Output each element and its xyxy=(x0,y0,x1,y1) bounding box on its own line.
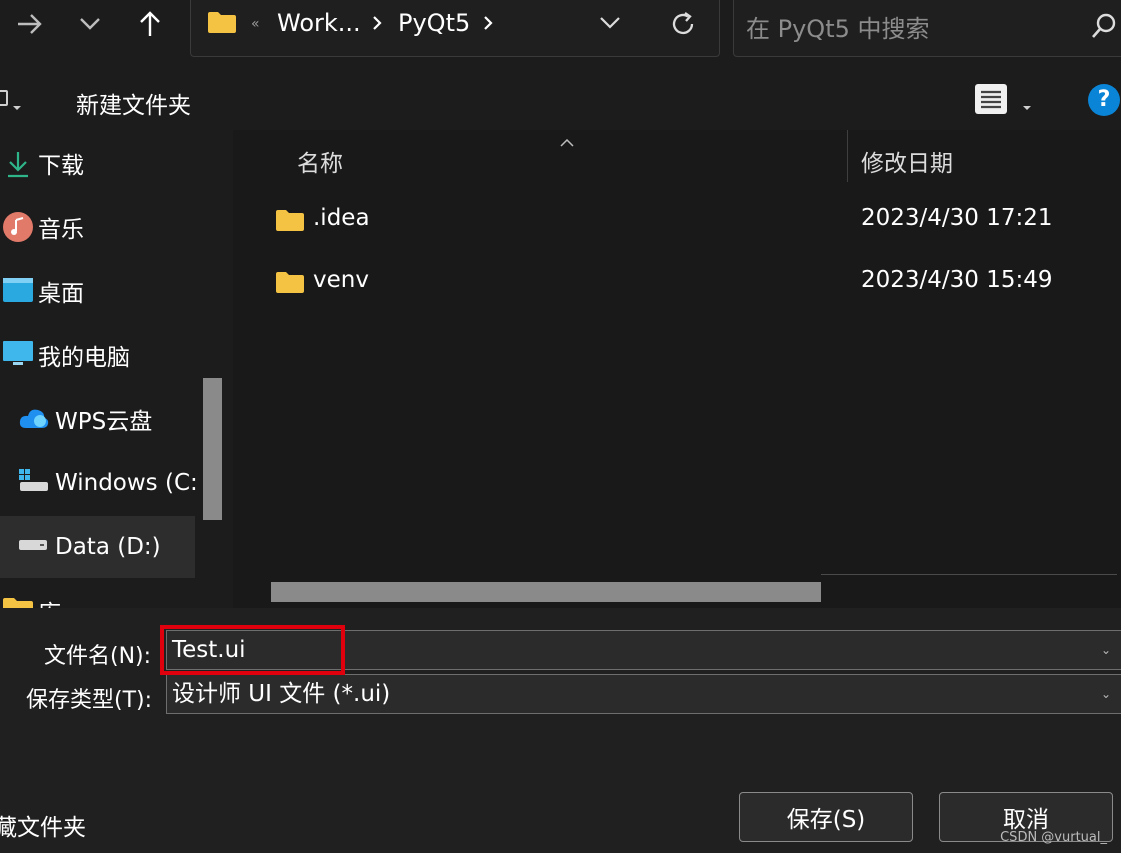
search-box[interactable]: 在 PyQt5 中搜索 xyxy=(733,0,1121,57)
file-date: 2023/4/30 17:21 xyxy=(861,205,1053,231)
organize-icon[interactable] xyxy=(0,90,8,106)
refresh-button[interactable] xyxy=(669,10,697,42)
file-name: venv xyxy=(313,267,369,293)
save-button[interactable]: 保存(S) xyxy=(739,792,913,842)
nav-item-libraries[interactable]: 库 xyxy=(0,580,195,608)
filename-label: 文件名(N): xyxy=(44,644,152,669)
breadcrumb-workspace[interactable]: Work... xyxy=(277,9,361,37)
chevron-down-icon xyxy=(12,96,22,115)
file-date: 2023/4/30 15:49 xyxy=(861,267,1053,293)
address-bar[interactable]: « Work... PyQt5 xyxy=(190,0,720,57)
chevron-down-icon[interactable]: ⌄ xyxy=(1101,631,1111,669)
chevron-right-icon xyxy=(371,14,383,36)
nav-item-drive-c[interactable]: Windows (C: xyxy=(0,452,198,514)
horizontal-scrollbar[interactable] xyxy=(271,582,821,602)
chevron-down-icon xyxy=(600,17,620,29)
chevron-down-icon[interactable]: ⌄ xyxy=(1101,675,1111,713)
divider xyxy=(821,574,1117,575)
nav-item-desktop[interactable]: 桌面 xyxy=(0,260,195,322)
breadcrumb-pyqt5[interactable]: PyQt5 xyxy=(398,9,470,37)
cloud-icon xyxy=(19,409,49,428)
nav-item-label: 库 xyxy=(38,594,61,608)
file-list: 名称 修改日期 .idea 2023/4/30 17:21 venv 2023/… xyxy=(233,130,1121,608)
search-input[interactable]: 在 PyQt5 中搜索 xyxy=(746,9,930,44)
forward-button[interactable] xyxy=(14,8,46,40)
column-divider[interactable] xyxy=(847,130,848,182)
chevron-right-icon xyxy=(482,14,494,36)
watermark: CSDN @vurtual_ xyxy=(1000,830,1107,845)
nav-item-this-pc[interactable]: 我的电脑 xyxy=(0,324,195,386)
filetype-value[interactable]: 设计师 UI 文件 (*.ui) xyxy=(172,681,390,707)
nav-item-label: 音乐 xyxy=(38,217,84,243)
search-icon xyxy=(1090,12,1118,44)
nav-item-label: 下载 xyxy=(38,153,84,179)
nav-item-label: 桌面 xyxy=(38,281,84,307)
up-button[interactable] xyxy=(134,8,166,40)
hide-folders-toggle[interactable]: 藏文件夹 xyxy=(0,808,86,842)
computer-icon xyxy=(3,341,33,365)
file-name: .idea xyxy=(313,205,370,231)
navigation-pane: 下载 音乐 桌面 我的电脑 WPS云盘 Windows (C: Data (D:… xyxy=(0,130,233,608)
drive-icon xyxy=(19,540,47,550)
download-icon xyxy=(8,152,28,178)
sort-ascending-icon xyxy=(560,132,574,151)
nav-item-label: 我的电脑 xyxy=(38,345,130,371)
overflow-indicator: « xyxy=(251,16,260,32)
folder-icon xyxy=(3,598,33,608)
filetype-label: 保存类型(T): xyxy=(26,688,153,713)
nav-item-drive-d[interactable]: Data (D:) xyxy=(0,516,195,578)
command-bar: 新建文件夹 ? xyxy=(0,70,1121,130)
list-view-icon xyxy=(981,90,1001,109)
drive-icon xyxy=(19,469,48,491)
folder-icon xyxy=(276,210,304,231)
address-dropdown-button[interactable] xyxy=(599,15,621,34)
arrow-right-icon xyxy=(18,14,42,34)
chevron-down-icon xyxy=(80,18,100,30)
desktop-icon xyxy=(3,278,33,302)
annotation-highlight xyxy=(160,625,345,675)
folder-icon xyxy=(276,272,304,293)
nav-item-label: Windows (C: xyxy=(55,470,198,496)
nav-item-music[interactable]: 音乐 xyxy=(0,196,195,258)
nav-item-label: WPS云盘 xyxy=(55,409,153,435)
recent-locations-button[interactable] xyxy=(74,8,106,40)
new-folder-button[interactable]: 新建文件夹 xyxy=(76,86,191,120)
nav-item-label: Data (D:) xyxy=(55,534,161,560)
help-button[interactable]: ? xyxy=(1088,84,1120,116)
chevron-down-icon[interactable] xyxy=(1022,96,1032,115)
table-row[interactable]: venv 2023/4/30 15:49 xyxy=(273,252,1113,314)
table-row[interactable]: .idea 2023/4/30 17:21 xyxy=(273,190,1113,252)
filetype-select[interactable]: 设计师 UI 文件 (*.ui) ⌄ xyxy=(166,674,1121,714)
folder-icon xyxy=(208,12,236,33)
navigation-bar: « Work... PyQt5 在 PyQt5 中搜索 xyxy=(0,0,1121,70)
column-header-name[interactable]: 名称 xyxy=(297,144,343,178)
nav-item-wps-cloud[interactable]: WPS云盘 xyxy=(0,388,195,450)
arrow-up-icon xyxy=(140,11,160,36)
music-icon xyxy=(3,212,33,242)
column-header-date-modified[interactable]: 修改日期 xyxy=(861,144,953,178)
nav-item-downloads[interactable]: 下载 xyxy=(0,132,195,194)
view-options-button[interactable] xyxy=(975,84,1007,114)
refresh-icon xyxy=(672,12,694,35)
vertical-scrollbar[interactable] xyxy=(203,378,222,520)
